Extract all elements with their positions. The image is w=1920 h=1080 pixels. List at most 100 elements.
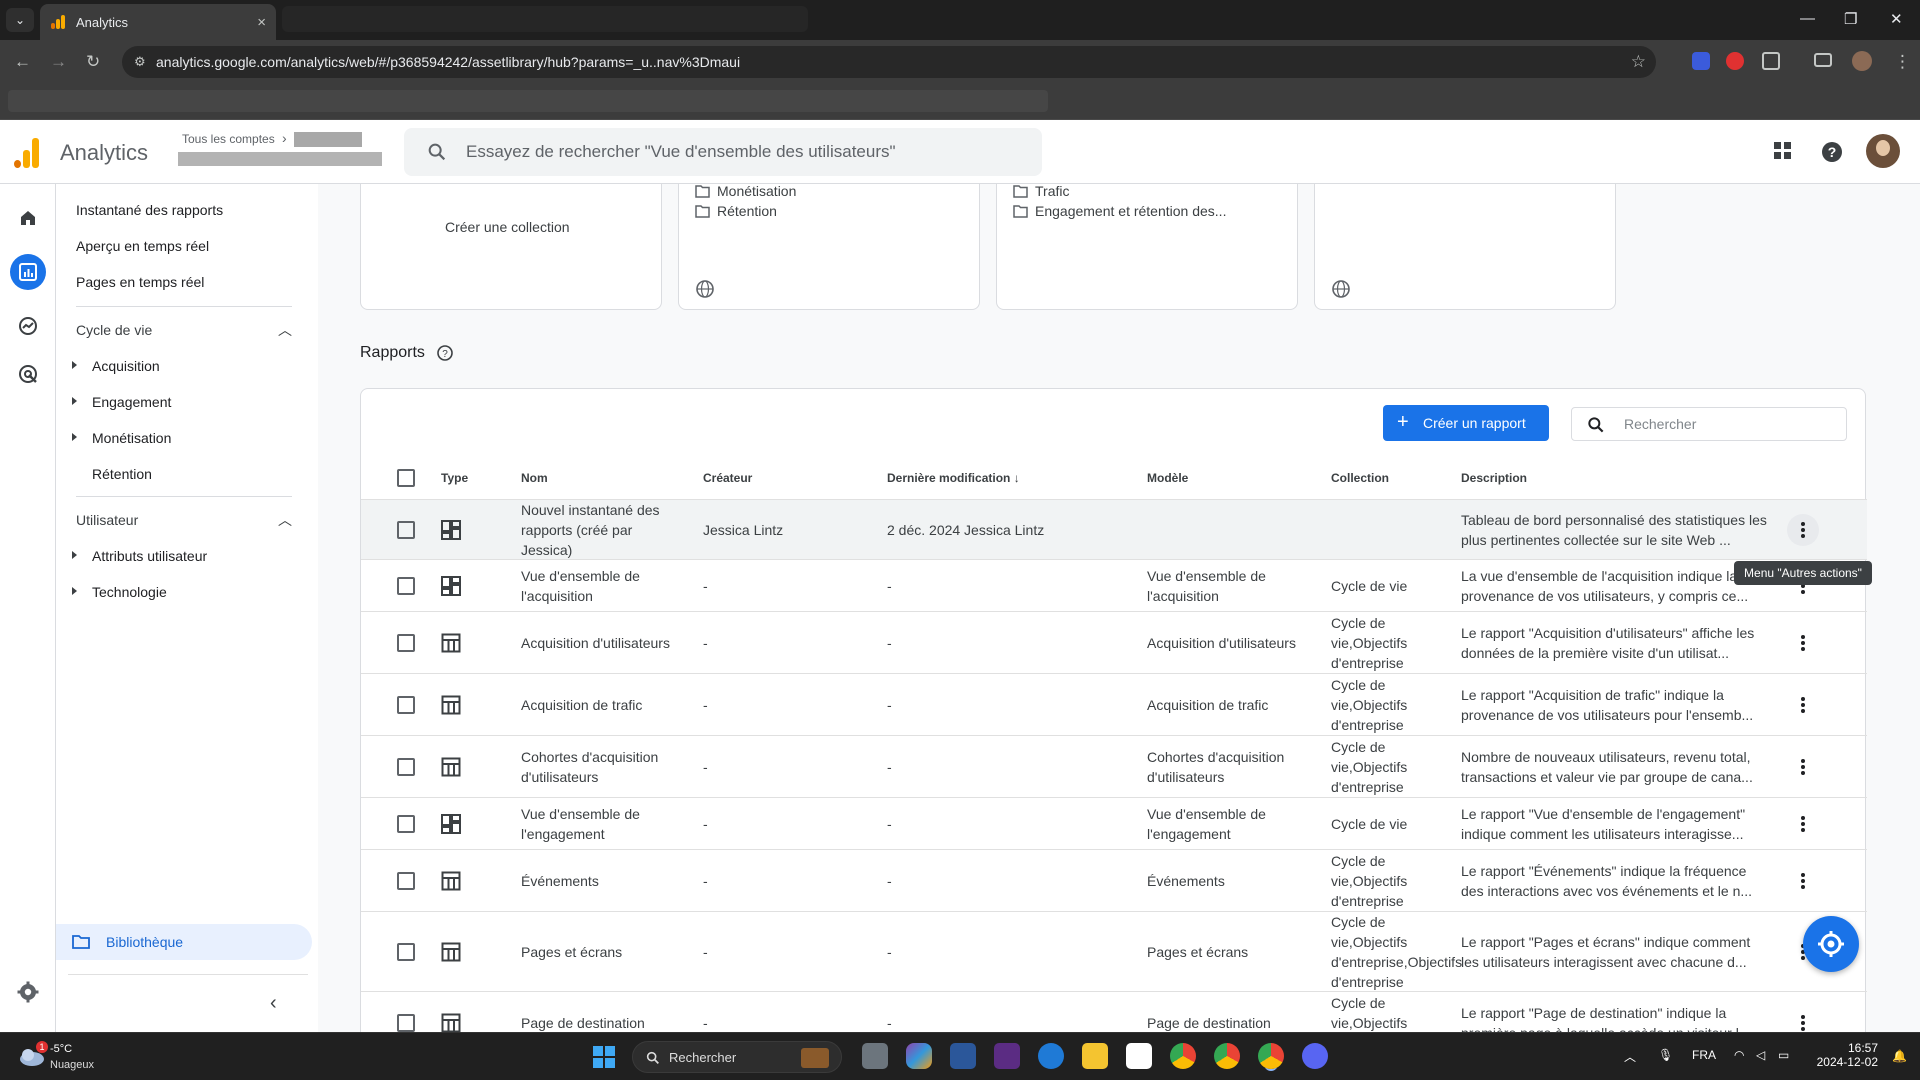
report-name-link[interactable]: Nouvel instantané des rapports (créé par… (521, 500, 671, 560)
create-report-button[interactable]: + Créer un rapport (1383, 405, 1549, 441)
admin-gear-icon[interactable] (16, 980, 40, 1004)
cast-icon[interactable] (1814, 53, 1832, 67)
more-actions-icon[interactable] (1787, 751, 1819, 783)
column-header-creator[interactable]: Créateur (703, 471, 752, 485)
browser-tab-analytics[interactable]: Analytics × (40, 4, 276, 40)
column-header-template[interactable]: Modèle (1147, 471, 1188, 485)
collapse-nav-icon[interactable]: ‹ (270, 992, 277, 1015)
extension-badge-icon[interactable] (1726, 52, 1744, 70)
site-info-icon[interactable]: ⚙ (134, 54, 146, 70)
report-name-link[interactable]: Acquisition de trafic (521, 695, 671, 715)
row-checkbox[interactable] (397, 758, 415, 776)
extensions-puzzle-icon[interactable] (1762, 52, 1780, 70)
nav-section-user[interactable]: Utilisateur ︿ (76, 512, 292, 528)
more-actions-icon[interactable] (1787, 514, 1819, 546)
extension-shield-icon[interactable] (1692, 52, 1710, 70)
collection-card[interactable] (1314, 184, 1616, 310)
help-icon[interactable]: ? (1820, 140, 1844, 164)
column-header-collection[interactable]: Collection (1331, 471, 1389, 485)
chrome-active-icon[interactable] (1258, 1043, 1284, 1069)
row-checkbox[interactable] (397, 943, 415, 961)
notion-icon[interactable] (1126, 1043, 1152, 1069)
more-actions-icon[interactable] (1787, 627, 1819, 659)
column-header-modified[interactable]: Dernière modification ↓ (887, 471, 1020, 485)
row-checkbox[interactable] (397, 521, 415, 539)
tab-search-button[interactable]: ⌄ (6, 8, 34, 32)
home-icon[interactable] (14, 204, 42, 232)
chrome-icon[interactable] (1214, 1043, 1240, 1069)
ga-search-bar[interactable]: Essayez de rechercher "Vue d'ensemble de… (404, 128, 1042, 176)
table-row[interactable]: Pages et écrans - - Pages et écrans Cycle de… (361, 911, 1867, 991)
row-checkbox[interactable] (397, 872, 415, 890)
copilot-icon[interactable] (906, 1043, 932, 1069)
forward-icon[interactable]: → (50, 52, 67, 72)
tab-close-icon[interactable]: × (257, 14, 266, 31)
report-name-link[interactable]: Page de destination (521, 1013, 671, 1032)
more-actions-icon[interactable] (1787, 808, 1819, 840)
reports-icon[interactable] (10, 254, 46, 290)
volume-icon[interactable]: ◁ (1756, 1048, 1765, 1062)
report-name-link[interactable]: Acquisition d'utilisateurs (521, 633, 671, 653)
microphone-icon[interactable]: 🎙 (1658, 1048, 1673, 1062)
table-row[interactable]: Événements - - Événements Cycle de vie,Objec… (361, 849, 1867, 911)
collection-card[interactable]: Monétisation Rétention (678, 184, 980, 310)
report-name-link[interactable]: Pages et écrans (521, 942, 671, 962)
apps-grid-icon[interactable] (1772, 140, 1794, 162)
user-avatar[interactable] (1866, 134, 1900, 168)
more-actions-icon[interactable] (1787, 865, 1819, 897)
clock[interactable]: 16:57 2024-12-02 (1806, 1041, 1878, 1069)
row-checkbox[interactable] (397, 696, 415, 714)
tray-overflow-icon[interactable]: ︿ (1624, 1048, 1636, 1065)
table-row[interactable]: Nouvel instantané des rapports (créé par… (361, 499, 1867, 559)
taskbar-search[interactable]: Rechercher (632, 1041, 842, 1073)
chevron-up-icon[interactable]: ︿ (278, 320, 292, 340)
bookmark-star-icon[interactable]: ☆ (1631, 52, 1646, 72)
close-window-icon[interactable]: ✕ (1890, 10, 1903, 28)
report-name-link[interactable]: Événements (521, 871, 671, 891)
nav-technology[interactable]: Technologie (72, 584, 167, 600)
advertising-icon[interactable] (14, 360, 42, 388)
table-row[interactable]: Vue d'ensemble de l'acquisition - - Vue d'e… (361, 559, 1867, 611)
minimize-icon[interactable]: — (1800, 10, 1815, 27)
task-view-icon[interactable] (862, 1043, 888, 1069)
report-name-link[interactable]: Cohortes d'acquisition d'utilisateurs (521, 747, 671, 787)
table-row[interactable]: Acquisition de trafic - - Acquisition de tr… (361, 673, 1867, 735)
blurred-property-name[interactable] (178, 152, 382, 166)
nav-realtime-overview[interactable]: Aperçu en temps réel (76, 238, 209, 254)
account-breadcrumb[interactable]: Tous les comptes (182, 132, 275, 146)
help-circle-icon[interactable]: ? (436, 344, 454, 362)
explore-icon[interactable] (14, 312, 42, 340)
report-search-input[interactable]: Rechercher (1571, 407, 1847, 441)
report-name-link[interactable]: Vue d'ensemble de l'acquisition (521, 566, 671, 606)
chevron-up-icon[interactable]: ︿ (278, 510, 292, 530)
more-actions-icon[interactable] (1787, 689, 1819, 721)
profile-avatar-icon[interactable] (1852, 51, 1872, 71)
app-icon[interactable] (994, 1043, 1020, 1069)
file-explorer-icon[interactable] (1082, 1043, 1108, 1069)
collection-card[interactable]: Trafic Engagement et rétention des... (996, 184, 1298, 310)
row-checkbox[interactable] (397, 634, 415, 652)
table-row[interactable]: Vue d'ensemble de l'engagement - - Vue d'en… (361, 797, 1867, 849)
language-indicator[interactable]: FRA (1692, 1048, 1716, 1062)
wifi-icon[interactable]: ◠ (1734, 1048, 1744, 1062)
table-row[interactable]: Cohortes d'acquisition d'utilisateurs - - C… (361, 735, 1867, 797)
discord-icon[interactable] (1302, 1043, 1328, 1069)
table-row[interactable]: Page de destination - - Page de destination… (361, 991, 1867, 1032)
chrome-icon[interactable] (1170, 1043, 1196, 1069)
nav-section-lifecycle[interactable]: Cycle de vie ︿ (76, 322, 292, 338)
nav-user-attributes[interactable]: Attributs utilisateur (72, 548, 207, 564)
table-row[interactable]: Acquisition d'utilisateurs - - Acquisition … (361, 611, 1867, 673)
windows-start-icon[interactable] (592, 1045, 616, 1069)
browser-menu-icon[interactable]: ⋮ (1894, 52, 1911, 72)
nav-engagement[interactable]: Engagement (72, 394, 171, 410)
create-collection-card[interactable]: Créer une collection (360, 184, 662, 310)
row-checkbox[interactable] (397, 1014, 415, 1032)
reload-icon[interactable]: ↻ (86, 52, 100, 72)
address-bar[interactable]: ⚙ analytics.google.com/analytics/web/#/p… (122, 46, 1656, 78)
column-header-type[interactable]: Type (441, 471, 468, 485)
report-name-link[interactable]: Vue d'ensemble de l'engagement (521, 804, 671, 844)
more-actions-icon[interactable] (1787, 1007, 1819, 1032)
nav-realtime-pages[interactable]: Pages en temps réel (76, 274, 204, 290)
ai-assistant-fab[interactable] (1803, 916, 1859, 972)
nav-monetization[interactable]: Monétisation (72, 430, 171, 446)
